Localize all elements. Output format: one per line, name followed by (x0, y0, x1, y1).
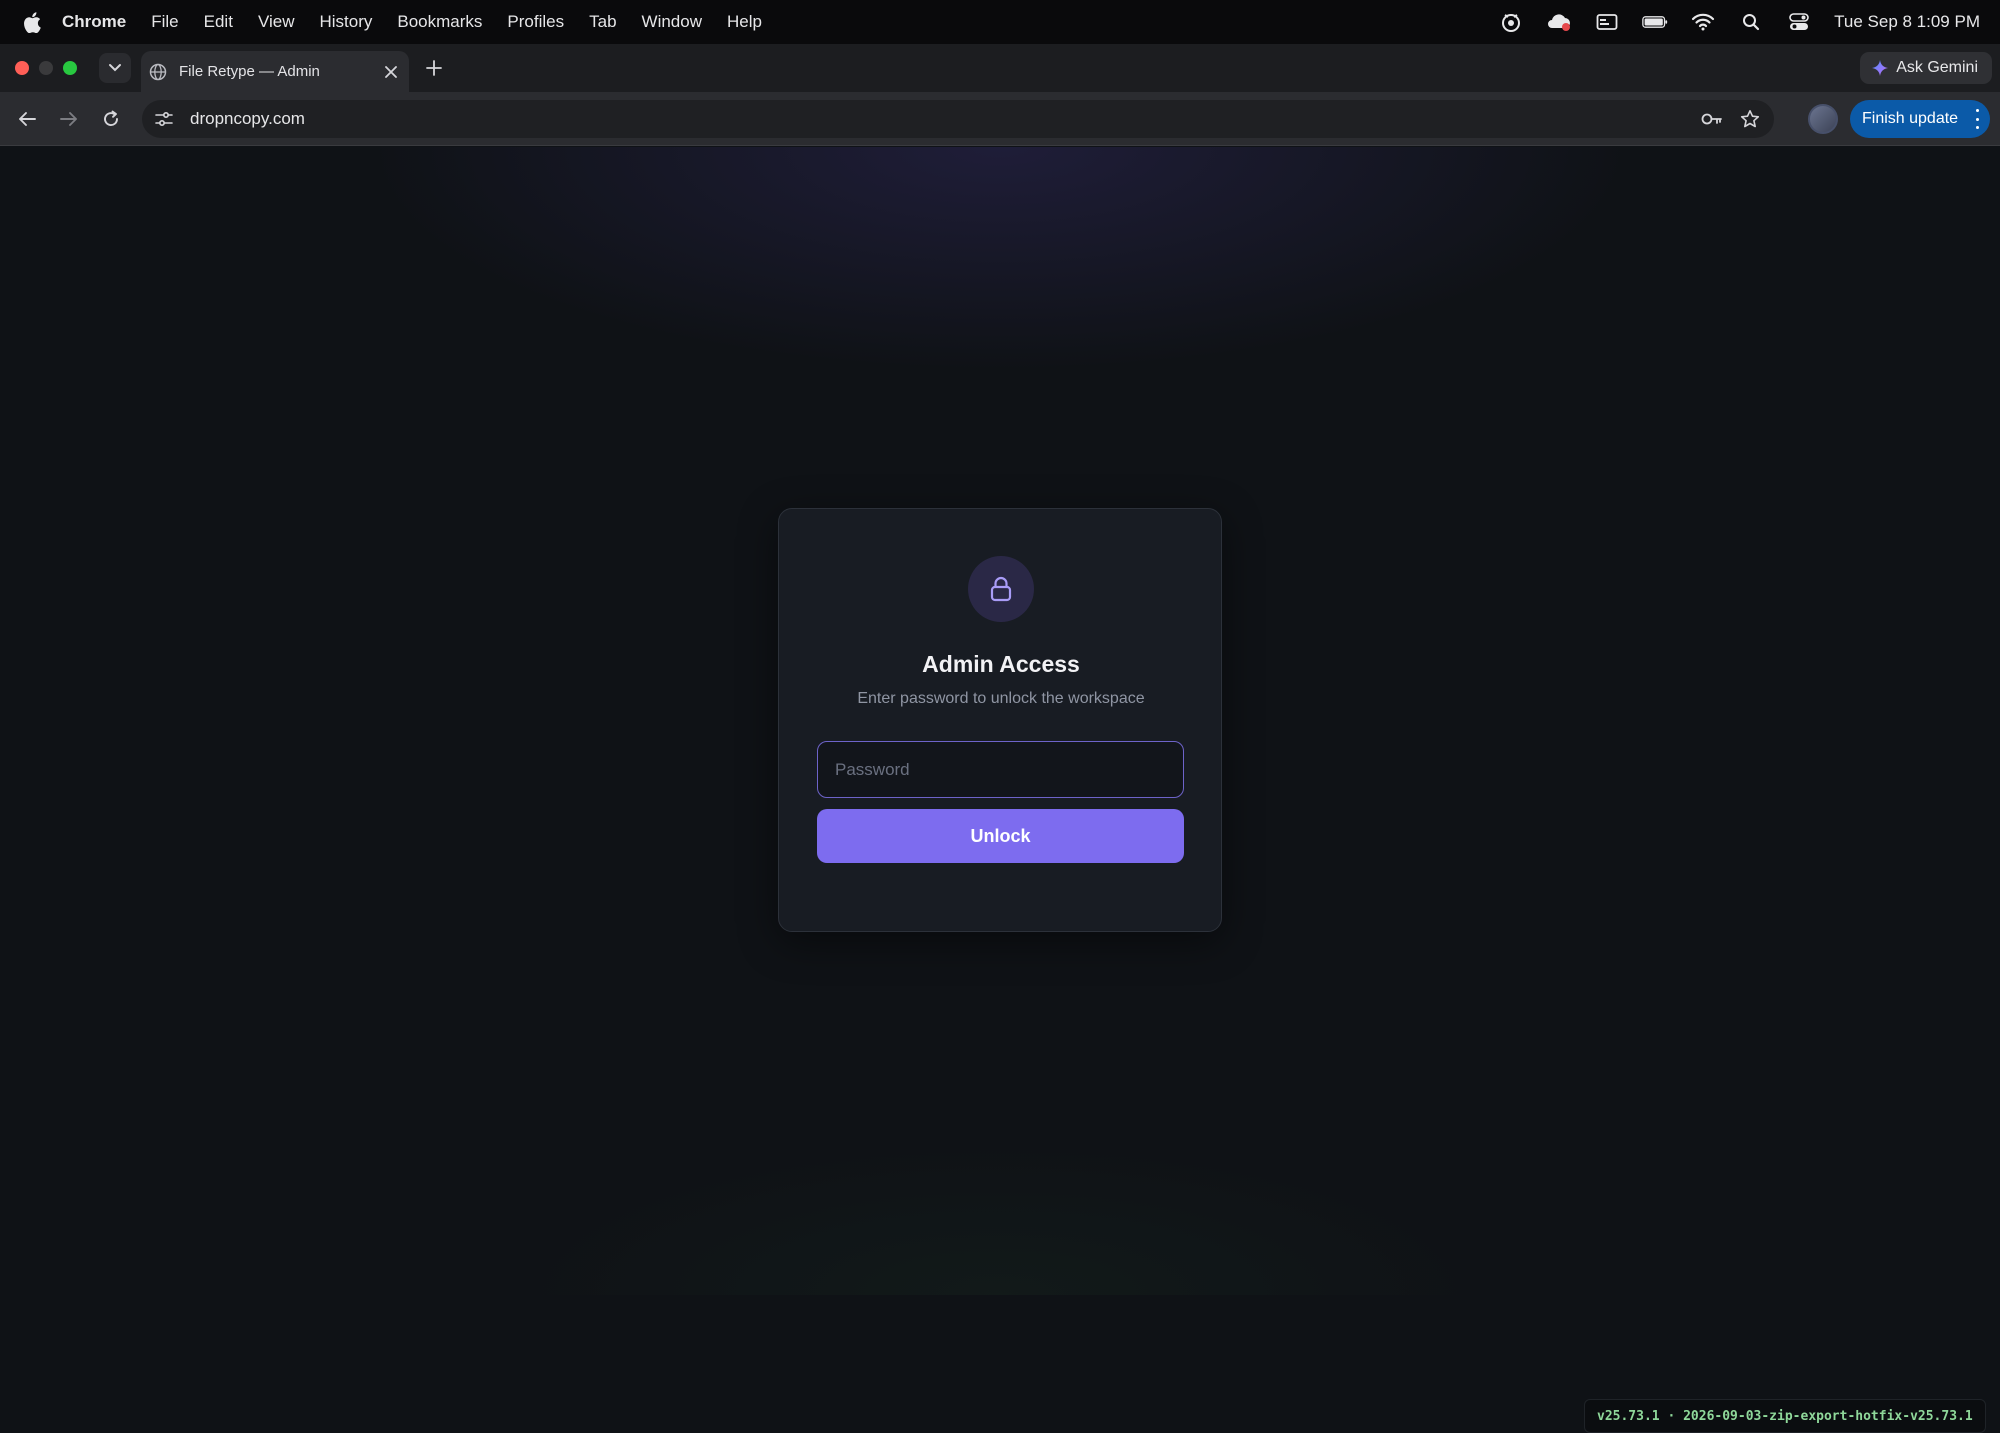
menu-app-name[interactable]: Chrome (62, 12, 126, 32)
window-minimize-button[interactable] (39, 61, 53, 75)
tab-title: File Retype — Admin (179, 63, 320, 80)
wifi-icon[interactable] (1690, 11, 1716, 33)
reload-icon[interactable] (97, 105, 125, 133)
star-icon[interactable] (1736, 105, 1764, 133)
menu-profiles[interactable]: Profiles (507, 12, 564, 32)
password-key-icon[interactable] (1698, 105, 1726, 133)
apple-icon[interactable] (22, 11, 42, 33)
version-badge: v25.73.1 · 2026-09-03-zip-export-hotfix-… (1584, 1399, 1986, 1433)
menu-bar-status-area: Tue Sep 8 1:09 PM (1498, 0, 1980, 44)
tab-active[interactable]: File Retype — Admin (141, 51, 409, 92)
menu-edit[interactable]: Edit (204, 12, 233, 32)
menu-history[interactable]: History (319, 12, 372, 32)
login-title: Admin Access (922, 651, 1080, 677)
menu-window[interactable]: Window (642, 12, 702, 32)
browser-toolbar: dropncopy.com Finish update (0, 92, 2000, 146)
menu-file[interactable]: File (151, 12, 178, 32)
tab-strip: File Retype — Admin Ask Gemini (0, 44, 2000, 92)
window-zoom-button[interactable] (63, 61, 77, 75)
globe-icon (149, 63, 167, 81)
url-text: dropncopy.com (190, 109, 305, 128)
forward-icon[interactable] (55, 105, 83, 133)
login-card: Admin Access Enter password to unlock th… (778, 508, 1222, 932)
window-close-button[interactable] (15, 61, 29, 75)
lock-icon (990, 576, 1012, 602)
more-vertical-icon[interactable] (1974, 109, 1980, 129)
plus-icon[interactable] (420, 54, 448, 82)
control-center-icon[interactable] (1786, 11, 1812, 33)
menu-view[interactable]: View (258, 12, 295, 32)
unlock-button[interactable]: Unlock (817, 809, 1184, 863)
finish-update-label: Finish update (1862, 110, 1959, 127)
spotlight-icon[interactable] (1738, 11, 1764, 33)
tab-search-button[interactable] (99, 53, 131, 83)
lock-badge (968, 556, 1034, 622)
password-input[interactable] (817, 741, 1184, 798)
ask-gemini-label: Ask Gemini (1896, 59, 1978, 76)
page-content: Admin Access Enter password to unlock th… (0, 147, 2000, 1433)
card-icon[interactable] (1594, 11, 1620, 33)
gemini-icon (1872, 60, 1889, 76)
battery-icon[interactable] (1642, 11, 1668, 33)
tab-search-icon (109, 64, 121, 72)
site-info-icon[interactable] (150, 105, 178, 133)
menu-bookmarks[interactable]: Bookmarks (397, 12, 482, 32)
address-bar[interactable]: dropncopy.com (142, 100, 1774, 138)
back-icon[interactable] (13, 105, 41, 133)
login-subtitle: Enter password to unlock the workspace (857, 690, 1145, 707)
menu-help[interactable]: Help (727, 12, 762, 32)
cloud-icon[interactable] (1546, 11, 1572, 33)
ask-gemini-button[interactable]: Ask Gemini (1860, 52, 1992, 84)
close-icon[interactable] (379, 60, 403, 84)
profile-avatar[interactable] (1808, 104, 1838, 134)
record-icon[interactable] (1498, 11, 1524, 33)
menu-bar-clock[interactable]: Tue Sep 8 1:09 PM (1834, 12, 1980, 32)
finish-update-button[interactable]: Finish update (1850, 100, 1990, 138)
menu-tab[interactable]: Tab (589, 12, 616, 32)
menu-bar: Chrome File Edit View History Bookmarks … (0, 0, 2000, 44)
